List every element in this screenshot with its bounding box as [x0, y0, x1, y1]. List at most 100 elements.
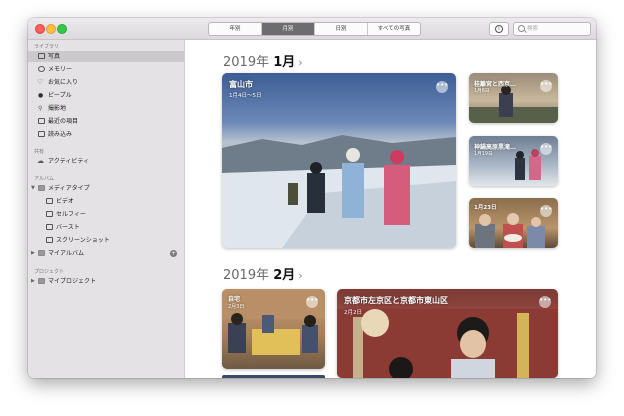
- next-tile-edge: [222, 375, 325, 378]
- sidebar-item-media-types[interactable]: ▼ メディアタイプ: [28, 183, 184, 194]
- tile-date: 1月19日: [474, 152, 493, 157]
- import-icon: [38, 131, 45, 137]
- month-label: 2月: [273, 268, 296, 283]
- memory-tile-jan23[interactable]: 1月23日 •••: [469, 198, 558, 248]
- close-button[interactable]: [35, 24, 45, 34]
- disclosure-right-icon[interactable]: ▶: [31, 248, 35, 259]
- sidebar-item-imports[interactable]: 読み込み: [28, 129, 184, 140]
- memory-tile-kannabe[interactable]: 神鍋高原黒滝… 1月19日 •••: [469, 136, 558, 186]
- sidebar-item-memories[interactable]: メモリー: [28, 64, 184, 75]
- sidebar-item-label: バースト: [56, 224, 80, 231]
- disclosure-right-icon[interactable]: ▶: [31, 276, 35, 287]
- folder-icon: [38, 250, 45, 256]
- month-label: 1月: [273, 55, 296, 70]
- sidebar-item-recents[interactable]: 最近の項目: [28, 116, 184, 127]
- chevron-right-icon: ›: [298, 56, 303, 69]
- sidebar-item-people[interactable]: ● ピープル: [28, 90, 184, 101]
- year-label: 2019年: [223, 268, 270, 283]
- info-icon: i: [495, 25, 503, 33]
- folder-icon: [38, 278, 45, 284]
- tab-days[interactable]: 日別: [315, 23, 368, 35]
- sidebar-item-videos[interactable]: ビデオ: [28, 196, 184, 207]
- tab-months[interactable]: 月別: [262, 23, 315, 35]
- tile-title: 自宅: [228, 296, 241, 303]
- search-placeholder: 検索: [527, 26, 539, 32]
- sidebar-item-my-projects[interactable]: ▶ マイプロジェクト: [28, 276, 184, 287]
- photos-icon: [38, 53, 45, 59]
- pin-icon: ⚲: [38, 105, 43, 112]
- tile-date: 2月3日: [228, 304, 245, 310]
- info-button[interactable]: i: [489, 22, 509, 36]
- sidebar: ライブラリ 写真 メモリー ♡ お気に入り ● ピープル ⚲ 撮影地 最近の項目…: [28, 40, 185, 378]
- sidebar-item-label: ビデオ: [56, 198, 75, 205]
- heart-icon: ♡: [37, 78, 44, 86]
- tab-years[interactable]: 年別: [209, 23, 262, 35]
- photo-skiers: [222, 135, 456, 248]
- tile-date: 1月23日: [474, 205, 497, 211]
- tile-date: 2月2日: [344, 310, 362, 316]
- main-content: 2019年 1月 › 富山市 1月4日〜5日 ••• 桂離宮と西京… 1月6日 …: [185, 40, 596, 378]
- selfie-icon: [46, 211, 53, 217]
- sidebar-item-label: ピープル: [48, 92, 72, 99]
- zoom-button[interactable]: [57, 24, 67, 34]
- sidebar-item-label: セルフィー: [56, 211, 86, 218]
- sidebar-item-label: 読み込み: [48, 131, 73, 138]
- sidebar-item-label: マイプロジェクト: [48, 278, 97, 285]
- sidebar-item-label: メディアタイプ: [48, 185, 90, 192]
- memory-tile-toyama[interactable]: 富山市 1月4日〜5日 •••: [222, 73, 456, 248]
- person-icon: ●: [38, 92, 44, 99]
- sidebar-item-label: スクリーンショット: [56, 237, 110, 244]
- albums-section-label: アルバム: [34, 176, 54, 182]
- tile-date: 1月4日〜5日: [229, 93, 262, 99]
- search-field[interactable]: 検索: [513, 22, 591, 36]
- view-segmented-control: 年別 月別 日別 すべての写真: [208, 22, 421, 36]
- sidebar-item-selfies[interactable]: セルフィー: [28, 209, 184, 220]
- projects-section-label: プロジェクト: [34, 269, 65, 275]
- more-options-icon[interactable]: •••: [540, 143, 552, 155]
- sidebar-item-photos[interactable]: 写真: [28, 51, 184, 62]
- sidebar-item-label: お気に入り: [48, 79, 79, 86]
- cloud-icon: ☁: [37, 157, 44, 165]
- sidebar-item-my-albums[interactable]: ▶ マイアルバム +: [28, 248, 184, 259]
- sidebar-item-label: マイアルバム: [48, 250, 84, 257]
- library-section-label: ライブラリ: [34, 44, 60, 50]
- photos-window: 年別 月別 日別 すべての写真 i 検索 ライブラリ 写真 メモリー ♡ お気に…: [28, 18, 596, 378]
- chevron-right-icon: ›: [298, 269, 303, 282]
- sidebar-item-favorites[interactable]: ♡ お気に入り: [28, 77, 184, 88]
- sidebar-item-label: メモリー: [48, 66, 73, 73]
- screenshot-icon: [46, 237, 53, 243]
- sidebar-item-label: 撮影地: [48, 105, 67, 112]
- sidebar-item-activity[interactable]: ☁ アクティビティ: [28, 156, 184, 167]
- section-heading-feb[interactable]: 2019年 2月 ›: [223, 264, 303, 283]
- add-album-button[interactable]: +: [170, 250, 177, 257]
- burst-icon: [46, 224, 53, 230]
- more-options-icon[interactable]: •••: [540, 205, 552, 217]
- disclosure-down-icon[interactable]: ▼: [31, 183, 35, 194]
- video-icon: [46, 198, 53, 204]
- sidebar-item-bursts[interactable]: バースト: [28, 222, 184, 233]
- sidebar-item-screenshots[interactable]: スクリーンショット: [28, 235, 184, 246]
- sidebar-item-places[interactable]: ⚲ 撮影地: [28, 103, 184, 114]
- minimize-button[interactable]: [46, 24, 56, 34]
- more-options-icon[interactable]: •••: [539, 296, 551, 308]
- tab-all-photos[interactable]: すべての写真: [368, 23, 420, 35]
- memory-tile-kyoto[interactable]: 京都市左京区と京都市東山区 2月2日 •••: [337, 289, 558, 378]
- desktop-background: 年別 月別 日別 すべての写真 i 検索 ライブラリ 写真 メモリー ♡ お気に…: [0, 0, 624, 416]
- shared-section-label: 共有: [34, 149, 45, 155]
- title-bar: 年別 月別 日別 すべての写真 i 検索: [28, 18, 596, 40]
- sidebar-item-label: 写真: [48, 53, 61, 60]
- clock-icon: [38, 118, 45, 124]
- year-label: 2019年: [223, 55, 270, 70]
- more-options-icon[interactable]: •••: [436, 81, 448, 93]
- memories-icon: [38, 66, 45, 72]
- tile-title: 富山市: [229, 80, 253, 89]
- section-heading-jan[interactable]: 2019年 1月 ›: [223, 51, 303, 70]
- more-options-icon[interactable]: •••: [540, 80, 552, 92]
- sidebar-item-label: アクティビティ: [48, 158, 89, 165]
- tile-date: 1月6日: [474, 89, 490, 94]
- memory-tile-home[interactable]: 自宅 2月3日 •••: [222, 289, 325, 369]
- more-options-icon[interactable]: •••: [306, 296, 318, 308]
- search-icon: [518, 25, 525, 32]
- memory-tile-katsura[interactable]: 桂離宮と西京… 1月6日 •••: [469, 73, 558, 123]
- tile-title: 京都市左京区と京都市東山区: [344, 296, 448, 305]
